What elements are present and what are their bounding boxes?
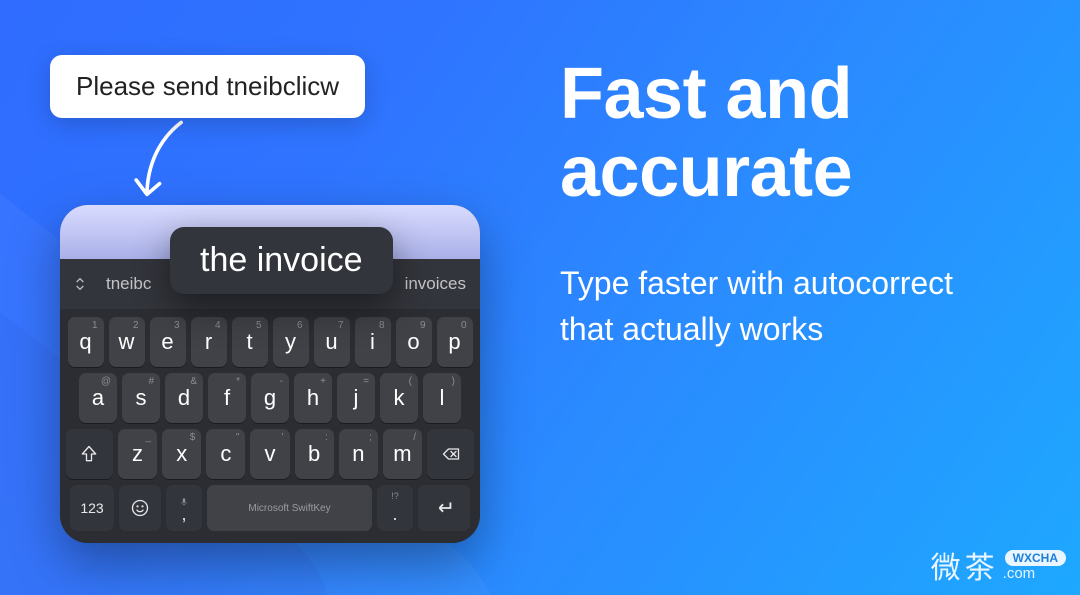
key-p[interactable]: p0 — [437, 317, 473, 367]
period-key[interactable]: !? . — [377, 485, 413, 531]
key-hint: ( — [409, 376, 412, 387]
key-w[interactable]: w2 — [109, 317, 145, 367]
keyboard-demo: Please send tneibclicw tneibc the invoic… — [50, 55, 480, 585]
key-hint: 6 — [297, 320, 303, 331]
key-k[interactable]: k( — [380, 373, 418, 423]
key-d[interactable]: d& — [165, 373, 203, 423]
key-hint: 9 — [420, 320, 426, 331]
key-hint: + — [320, 376, 326, 387]
key-hint: - — [280, 376, 283, 387]
period-hint: !? — [391, 491, 399, 501]
comma-key[interactable]: , — [166, 485, 202, 531]
key-hint: ' — [282, 432, 284, 443]
key-hint: @ — [101, 376, 111, 387]
key-hint: / — [413, 432, 416, 443]
key-hint: # — [148, 376, 154, 387]
subheadline: Type faster with autocorrect that actual… — [560, 260, 990, 353]
key-hint: 7 — [338, 320, 344, 331]
keyboard-body: q1w2e3r4t5y6u7i8o9p0 a@s#d&f*g-h+j=k(l) … — [60, 309, 480, 543]
key-hint: 2 — [133, 320, 139, 331]
key-hint: 5 — [256, 320, 262, 331]
key-s[interactable]: s# — [122, 373, 160, 423]
key-u[interactable]: u7 — [314, 317, 350, 367]
key-hint: ; — [369, 432, 372, 443]
key-g[interactable]: g- — [251, 373, 289, 423]
suggestion-left[interactable]: tneibc — [100, 274, 180, 294]
key-l[interactable]: l) — [423, 373, 461, 423]
key-hint: & — [190, 376, 197, 387]
autocorrect-popup[interactable]: the invoice — [170, 227, 393, 294]
numeric-key[interactable]: 123 — [70, 485, 114, 531]
key-hint: $ — [190, 432, 196, 443]
arrow-icon — [120, 117, 210, 212]
watermark-badge: WXCHA — [1005, 550, 1066, 566]
headline-line2: accurate — [560, 132, 852, 212]
key-t[interactable]: t5 — [232, 317, 268, 367]
key-y[interactable]: y6 — [273, 317, 309, 367]
shift-key[interactable] — [66, 429, 113, 479]
key-q[interactable]: q1 — [68, 317, 104, 367]
key-z[interactable]: z_ — [118, 429, 157, 479]
emoji-key[interactable] — [119, 485, 161, 531]
key-v[interactable]: v' — [250, 429, 289, 479]
key-h[interactable]: h+ — [294, 373, 332, 423]
key-hint: 8 — [379, 320, 385, 331]
key-r[interactable]: r4 — [191, 317, 227, 367]
key-hint: 1 — [92, 320, 98, 331]
key-hint: 4 — [215, 320, 221, 331]
key-b[interactable]: b: — [295, 429, 334, 479]
enter-key[interactable] — [418, 485, 470, 531]
key-hint: * — [236, 376, 240, 387]
key-hint: " — [236, 432, 240, 443]
key-m[interactable]: m/ — [383, 429, 422, 479]
headline: Fast and accurate — [560, 56, 852, 212]
key-o[interactable]: o9 — [396, 317, 432, 367]
period-label: . — [392, 504, 397, 525]
key-a[interactable]: a@ — [79, 373, 117, 423]
mic-icon — [179, 491, 189, 512]
watermark-suffix: .com — [1003, 566, 1036, 581]
key-n[interactable]: n; — [339, 429, 378, 479]
key-c[interactable]: c" — [206, 429, 245, 479]
key-hint: 3 — [174, 320, 180, 331]
backspace-key[interactable] — [427, 429, 474, 479]
key-x[interactable]: x$ — [162, 429, 201, 479]
typed-text-bubble: Please send tneibclicw — [50, 55, 365, 118]
key-i[interactable]: i8 — [355, 317, 391, 367]
key-j[interactable]: j= — [337, 373, 375, 423]
key-hint: _ — [146, 432, 152, 443]
key-f[interactable]: f* — [208, 373, 246, 423]
key-hint: : — [325, 432, 328, 443]
spacebar[interactable]: Microsoft SwiftKey — [207, 485, 372, 531]
watermark-cn: 微茶 — [931, 543, 999, 587]
key-e[interactable]: e3 — [150, 317, 186, 367]
key-hint: ) — [452, 376, 455, 387]
expand-suggestions-icon[interactable] — [60, 276, 100, 292]
suggestion-right[interactable]: invoices — [394, 274, 480, 294]
key-hint: = — [363, 376, 369, 387]
key-hint: 0 — [461, 320, 467, 331]
headline-line1: Fast and — [560, 54, 852, 134]
watermark: 微茶 WXCHA .com — [931, 543, 1066, 587]
